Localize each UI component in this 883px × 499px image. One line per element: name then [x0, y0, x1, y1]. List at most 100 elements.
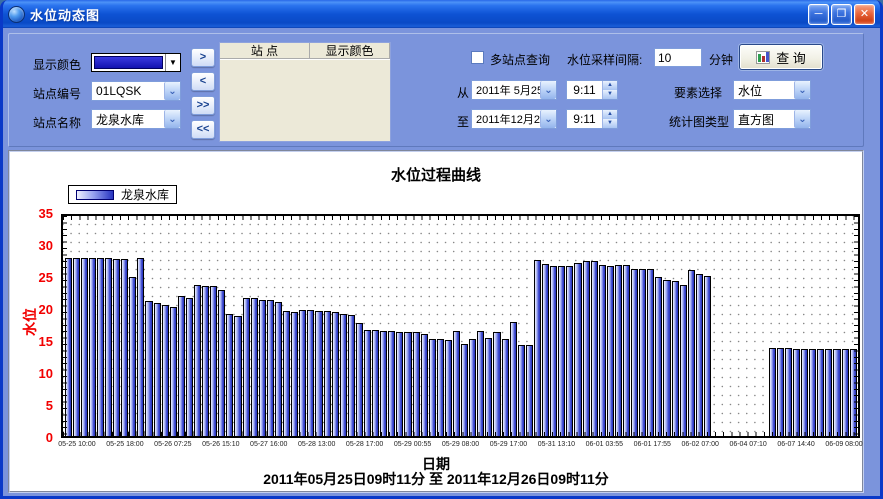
axis-ticks-right [854, 216, 858, 436]
bar-slot [663, 216, 671, 436]
move-all-left-button[interactable]: << [191, 120, 215, 139]
bar-slot [517, 216, 525, 436]
bar [81, 258, 88, 437]
station-id-label: 站点编号 [33, 85, 81, 102]
x-tick-label: 05-27 16:00 [250, 441, 287, 448]
bar [615, 265, 622, 436]
x-tick-label: 05-25 10:00 [58, 441, 95, 448]
spin-up-icon[interactable]: ▲ [603, 110, 617, 119]
to-date-picker[interactable]: 2011年12月26日 ⌄ [471, 109, 557, 129]
from-date-picker[interactable]: 2011年 5月25日 ⌄ [471, 80, 557, 100]
y-tick-label: 30 [23, 238, 53, 253]
move-left-button[interactable]: < [191, 72, 215, 91]
bar-slot [493, 216, 501, 436]
close-button[interactable]: ✕ [854, 4, 875, 25]
x-tick-label: 05-29 08:00 [442, 441, 479, 448]
bar-slot [72, 216, 80, 436]
interval-input[interactable]: 10 [654, 48, 702, 67]
bar-slot [841, 216, 849, 436]
title-bar[interactable]: 水位动态图 ─ ❐ ✕ [0, 0, 883, 28]
chevron-down-icon[interactable]: ⌄ [540, 110, 556, 128]
bar [599, 265, 606, 436]
bar [332, 312, 339, 436]
bar-series [64, 216, 857, 436]
x-axis-tick-labels: 05-25 10:0005-25 18:0005-26 07:2505-26 1… [61, 441, 860, 451]
bar-slot [485, 216, 493, 436]
chevron-down-icon[interactable]: ⌄ [164, 82, 180, 100]
bar-slot [792, 216, 800, 436]
from-time-spinner[interactable]: 9:11 ▲▼ [566, 80, 618, 100]
axis-ticks-bottom [63, 432, 858, 436]
bar-slot [113, 216, 121, 436]
bar [623, 265, 630, 436]
station-name-label: 站点名称 [33, 114, 81, 131]
bar-slot [606, 216, 614, 436]
bar [105, 258, 112, 437]
station-name-combobox[interactable]: 龙泉水库 ⌄ [91, 109, 181, 129]
bar [307, 310, 314, 436]
bar [639, 269, 646, 436]
spin-down-icon[interactable]: ▼ [603, 90, 617, 99]
bar [445, 340, 452, 436]
bar-slot [307, 216, 315, 436]
spin-up-icon[interactable]: ▲ [603, 81, 617, 90]
bar [550, 266, 557, 436]
bar [226, 314, 233, 436]
list-header-color[interactable]: 显示颜色 [310, 43, 390, 58]
plot-area [61, 214, 860, 438]
move-right-button[interactable]: > [191, 48, 215, 67]
chevron-down-icon[interactable]: ⌄ [540, 81, 556, 99]
bar-slot [509, 216, 517, 436]
bar-slot [218, 216, 226, 436]
bar [542, 264, 549, 436]
bar [404, 332, 411, 436]
bar [833, 349, 840, 436]
multi-station-label: 多站点查询 [490, 51, 550, 68]
display-color-combobox[interactable]: ▼ [91, 53, 181, 72]
station-id-combobox[interactable]: 01LQSK ⌄ [91, 81, 181, 101]
x-tick-label: 05-29 17:00 [490, 441, 527, 448]
bar-slot [396, 216, 404, 436]
bar-slot [202, 216, 210, 436]
bar [801, 349, 808, 436]
bar [291, 312, 298, 436]
move-all-right-button[interactable]: >> [191, 96, 215, 115]
query-button[interactable]: 查 询 [739, 44, 823, 70]
element-combobox[interactable]: 水位 ⌄ [733, 80, 811, 100]
bar-slot [574, 216, 582, 436]
bar [437, 339, 444, 436]
bar-slot [169, 216, 177, 436]
chart-panel: 水位过程曲线 龙泉水库 水位 05101520253035 05-25 10:0… [8, 150, 864, 493]
bar-slot [96, 216, 104, 436]
bar [380, 331, 387, 436]
bar [97, 258, 104, 437]
bar-slot [436, 216, 444, 436]
spin-down-icon[interactable]: ▼ [603, 119, 617, 128]
bar [251, 298, 258, 436]
bar-slot [631, 216, 639, 436]
bar-slot [720, 216, 728, 436]
bar-slot [542, 216, 550, 436]
station-list[interactable]: 站 点 显示颜色 [219, 42, 391, 142]
list-header-station[interactable]: 站 点 [220, 43, 310, 58]
multi-station-checkbox[interactable] [471, 51, 484, 64]
chevron-down-icon[interactable]: ⌄ [794, 81, 810, 99]
chevron-down-icon[interactable]: ▼ [165, 54, 180, 71]
bar-slot [687, 216, 695, 436]
to-time-spinner[interactable]: 9:11 ▲▼ [566, 109, 618, 129]
chevron-down-icon[interactable]: ⌄ [794, 110, 810, 128]
bar [324, 311, 331, 436]
chart-type-combobox[interactable]: 直方图 ⌄ [733, 109, 811, 129]
bar-slot [550, 216, 558, 436]
from-label: 从 [457, 84, 469, 101]
minimize-button[interactable]: ─ [808, 4, 829, 25]
chevron-down-icon[interactable]: ⌄ [164, 110, 180, 128]
bar-slot [679, 216, 687, 436]
bar-slot [639, 216, 647, 436]
bar [817, 349, 824, 436]
bar [73, 258, 80, 437]
bar-slot [185, 216, 193, 436]
maximize-button[interactable]: ❐ [831, 4, 852, 25]
to-label: 至 [457, 113, 469, 130]
bar-slot [671, 216, 679, 436]
